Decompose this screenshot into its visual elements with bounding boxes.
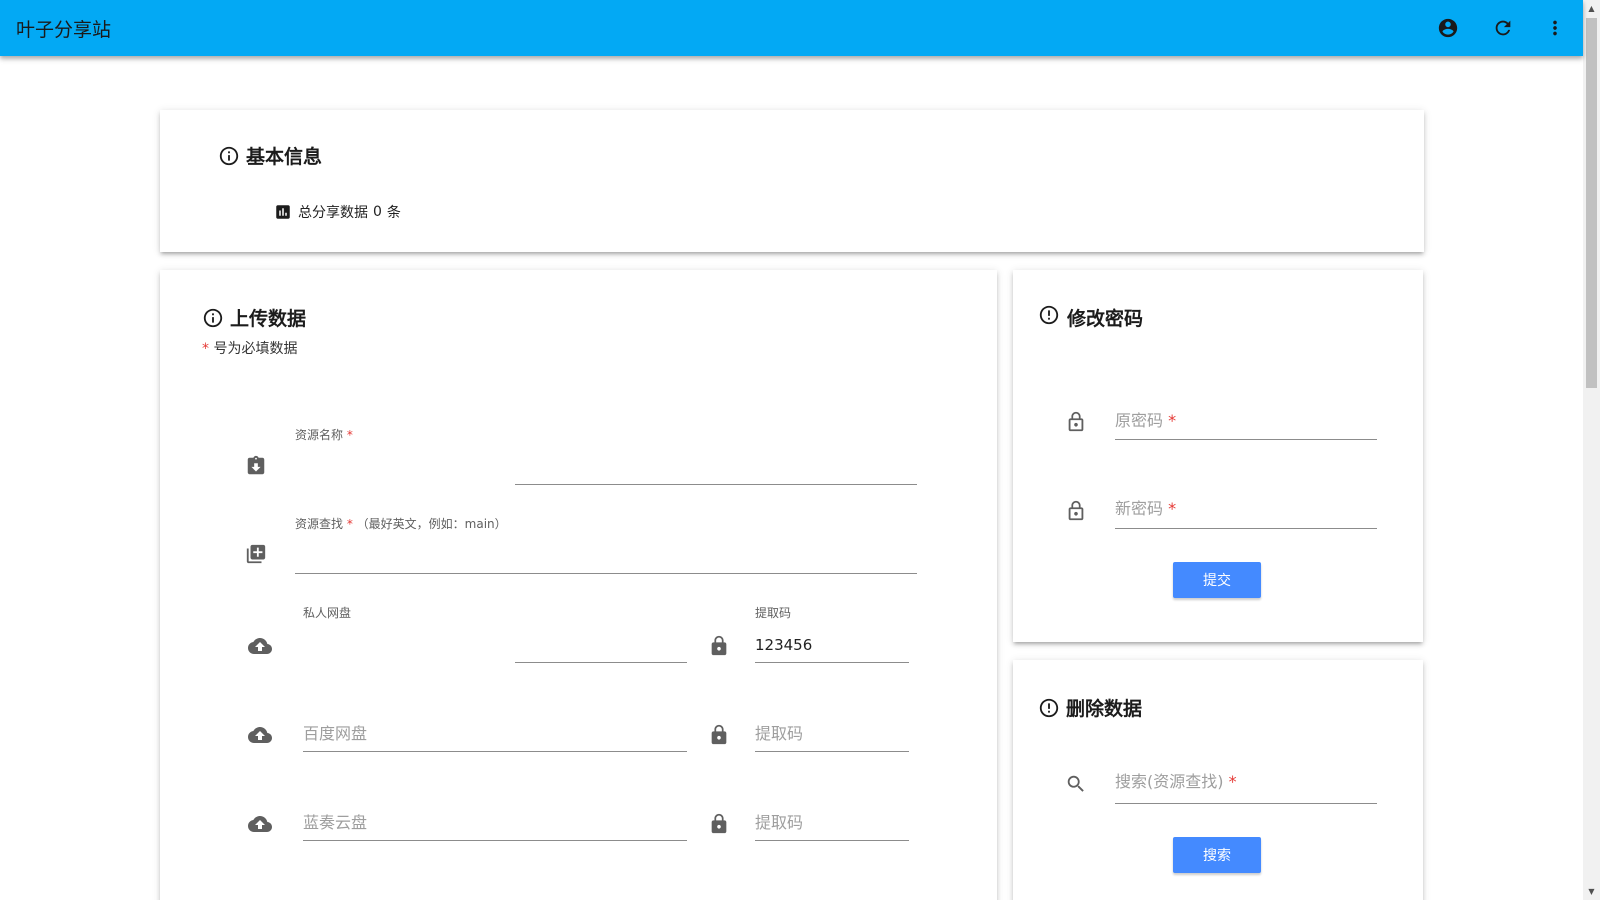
info-icon — [202, 307, 224, 329]
required-star: * — [346, 517, 353, 531]
lock-icon — [707, 723, 731, 747]
required-star: * — [1168, 499, 1177, 518]
error-outline-icon — [1038, 697, 1060, 719]
share-count-stat: 总分享数据 0 条 — [274, 202, 401, 222]
error-outline-icon — [1038, 304, 1060, 326]
baidu-disk-input[interactable]: 百度网盘 — [303, 720, 367, 744]
delete-data-card: 删除数据 搜索(资源查找) * 搜索 — [1013, 660, 1423, 900]
baidu-code-input[interactable]: 提取码 — [755, 720, 803, 744]
private-disk-input[interactable] — [303, 626, 683, 652]
required-star: * — [346, 428, 353, 442]
search-icon — [1064, 772, 1088, 796]
stat-suffix: 条 — [386, 205, 401, 221]
private-disk-underline — [515, 662, 687, 663]
old-password-underline — [1115, 439, 1377, 440]
page-scrollbar[interactable]: ▲ ▼ — [1583, 0, 1600, 900]
resource-name-label-text: 资源名称 — [295, 428, 344, 442]
stat-count: 0 — [373, 204, 382, 220]
change-password-title — [1038, 304, 1066, 326]
scroll-down-arrow-icon[interactable]: ▼ — [1583, 883, 1600, 900]
required-star: * — [1228, 772, 1237, 791]
lanzou-disk-underline — [303, 840, 687, 841]
scroll-thumb[interactable] — [1586, 18, 1597, 388]
lock-icon — [707, 634, 731, 658]
delete-data-title-text: 删除数据 — [1066, 698, 1143, 720]
lock-outline-icon — [1064, 410, 1088, 434]
cloud-upload-icon — [248, 812, 272, 836]
basic-info-card: 基本信息 总分享数据 0 条 — [160, 110, 1424, 252]
change-password-title-text: 修改密码 — [1067, 308, 1144, 330]
change-password-card: 修改密码 原密码 * 新密码 * 提交 — [1013, 270, 1423, 642]
private-code-underline — [755, 662, 909, 663]
basic-info-title-text: 基本信息 — [246, 146, 323, 168]
lock-outline-icon — [1064, 499, 1088, 523]
resource-name-input[interactable] — [295, 448, 895, 474]
cloud-upload-icon — [248, 634, 272, 658]
refresh-icon[interactable] — [1491, 16, 1515, 40]
new-password-placeholder: 新密码 — [1115, 499, 1164, 518]
scroll-up-arrow-icon[interactable]: ▲ — [1583, 0, 1600, 17]
cloud-upload-icon — [248, 723, 272, 747]
resource-search-hint: （最好英文，例如：main） — [356, 517, 507, 531]
info-icon — [218, 145, 240, 167]
required-note: * 号为必填数据 — [202, 338, 297, 358]
account-circle-icon[interactable] — [1436, 16, 1460, 40]
lanzou-disk-input[interactable]: 蓝奏云盘 — [303, 809, 367, 833]
upload-title-text: 上传数据 — [230, 308, 307, 330]
resource-name-underline — [515, 484, 917, 485]
lock-icon — [707, 812, 731, 836]
search-resource-placeholder: 搜索(资源查找) — [1115, 772, 1224, 791]
upload-title: 上传数据 — [202, 304, 306, 331]
private-code-input[interactable]: 123456 — [755, 636, 812, 654]
bar-chart-icon — [274, 203, 292, 221]
resource-search-label: 资源查找 * （最好英文，例如：main） — [295, 515, 507, 532]
stat-prefix: 总分享数据 — [298, 205, 368, 221]
new-password-underline — [1115, 528, 1377, 529]
clipboard-download-icon — [244, 454, 268, 478]
private-code-label: 提取码 — [755, 606, 792, 620]
search-resource-input[interactable]: 搜索(资源查找) * — [1115, 768, 1237, 792]
basic-info-title: 基本信息 — [218, 142, 322, 169]
required-note-text: 号为必填数据 — [213, 341, 298, 357]
delete-data-title: 删除数据 — [1038, 694, 1142, 721]
old-password-placeholder: 原密码 — [1115, 411, 1164, 430]
resource-search-input[interactable] — [295, 538, 895, 564]
required-star: * — [1168, 411, 1177, 430]
app-title: 叶子分享站 — [16, 19, 112, 41]
app-bar: 叶子分享站 — [0, 0, 1583, 56]
search-button[interactable]: 搜索 — [1173, 837, 1261, 873]
lanzou-code-underline — [755, 840, 909, 841]
old-password-input[interactable]: 原密码 * — [1115, 407, 1176, 431]
search-resource-underline — [1115, 803, 1377, 804]
resource-search-underline — [295, 573, 917, 574]
baidu-code-underline — [755, 751, 909, 752]
submit-button[interactable]: 提交 — [1173, 562, 1261, 598]
baidu-disk-underline — [303, 751, 687, 752]
private-disk-label: 私人网盘 — [303, 606, 352, 620]
library-add-icon — [244, 542, 268, 566]
resource-name-label: 资源名称 * — [295, 426, 353, 443]
more-vert-icon[interactable] — [1543, 16, 1567, 40]
upload-card: 上传数据 * 号为必填数据 资源名称 * 资源查找 * （最好英文，例如：mai… — [160, 270, 997, 900]
required-star: * — [202, 341, 209, 357]
resource-search-label-text: 资源查找 — [295, 517, 344, 531]
new-password-input[interactable]: 新密码 * — [1115, 495, 1176, 519]
lanzou-code-input[interactable]: 提取码 — [755, 809, 803, 833]
